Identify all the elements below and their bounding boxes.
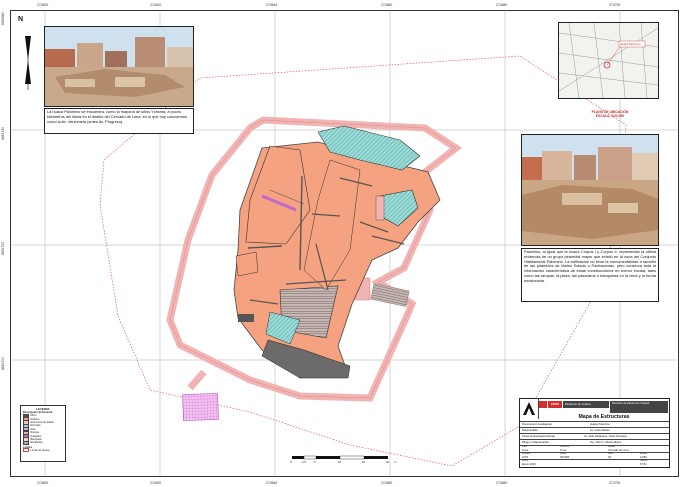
tb-detail-label: Fecha (522, 460, 529, 462)
emblem (520, 399, 539, 419)
tb-detail-label: Sistema (522, 453, 530, 455)
tb-row-value: Ing. Julio O. Abanto Bravo (590, 441, 622, 444)
map-title: Mapa de Estructuras (578, 414, 630, 420)
scale-label: 20 (386, 460, 390, 464)
legend-item: Escalinata (23, 440, 65, 445)
site-photo-right-image (522, 135, 658, 245)
scale-labels: 0 2.5 5 10 15 20 m (290, 460, 400, 466)
map-sheet: 274600 274620 274640 274660 274680 27470… (0, 0, 689, 487)
scale-label: 5 (314, 460, 316, 464)
photo-caption-top-left: La huaca Palomino se encuentra, como la … (44, 108, 194, 134)
title-block: PERÚ Ministerio de Cultura Dirección de … (519, 398, 670, 468)
scale-label: 15 (362, 460, 366, 464)
scale-label: 2.5 (302, 460, 306, 464)
photo-caption-right: Palomino, al igual que la huaca Corpus I… (521, 248, 659, 302)
site-photo-top-left (44, 26, 194, 107)
legend-item-label: Escalinata (30, 441, 43, 445)
tb-detail-label: Datum (560, 453, 567, 455)
grid-square-sector (182, 393, 219, 421)
location-map-image (558, 22, 659, 99)
scale-unit: m (394, 460, 397, 464)
emblem-icon (523, 402, 535, 415)
tb-row-label: Dibujo y Diagramación (522, 441, 550, 444)
legend-item: Límite de Huaca (23, 448, 65, 453)
legend-swatch (23, 448, 29, 453)
title-block-table: Documento Investigación Huaca Palomino R… (520, 421, 669, 468)
legend-item-label: Límite de Huaca (30, 448, 50, 452)
ramp-hatch (370, 283, 410, 307)
tb-row-value: Lic. Aldo Watanave / José Orrantere (584, 435, 628, 438)
tb-details-row: Fecha Enero 2016 Lámina Nº 01 (520, 459, 669, 468)
peru-flag-icon (539, 401, 547, 408)
tb-detail-value: Nº 01 (640, 463, 647, 466)
peru-badge: PERÚ (548, 401, 562, 408)
tb-detail-label: Provincia (560, 446, 569, 448)
scale-label: 0 (290, 460, 292, 464)
scale-label: 10 (338, 460, 342, 464)
tb-detail-label: Distrito (608, 446, 615, 448)
location-map-label: Huaca Palomino (620, 42, 641, 46)
location-map: Huaca Palomino (558, 22, 659, 99)
map-legend: LEYENDA Descripción Estructural Muro Rel… (20, 405, 66, 462)
direction-label: Dirección de Patrimonio Cultural (610, 401, 668, 413)
tb-row-label: Tarea (Arqueólogo/Cultural) (522, 435, 556, 438)
tb-detail-label: Lámina (640, 460, 648, 462)
location-map-scale: ESCALA: 1/20,000 (595, 114, 625, 118)
tb-row-label: Documento Investigación (522, 423, 553, 426)
scale-bar (292, 455, 388, 460)
tb-detail-label: Escala (640, 453, 647, 455)
tb-row-value: Lic. Julio Abanto (590, 429, 610, 432)
huaca-limit-spur (187, 369, 207, 391)
tb-detail-value: Enero 2016 (522, 463, 536, 466)
tb-detail-label: Zona (522, 446, 527, 448)
tb-detail-label: Zona (608, 453, 613, 455)
location-map-caption: PLANO DE UBICACIÓN ESCALA: 1/20,000 (580, 110, 640, 118)
north-label: N (18, 16, 24, 23)
legend-swatch (23, 440, 29, 445)
site-photo-right (521, 134, 659, 246)
ministry-label: Ministerio de Cultura (563, 401, 609, 408)
site-photo-image (45, 27, 193, 106)
tb-row-label: Responsable (522, 429, 538, 432)
north-label-box: N (18, 16, 32, 80)
tb-row-value: Huaca Palomino (590, 423, 610, 426)
